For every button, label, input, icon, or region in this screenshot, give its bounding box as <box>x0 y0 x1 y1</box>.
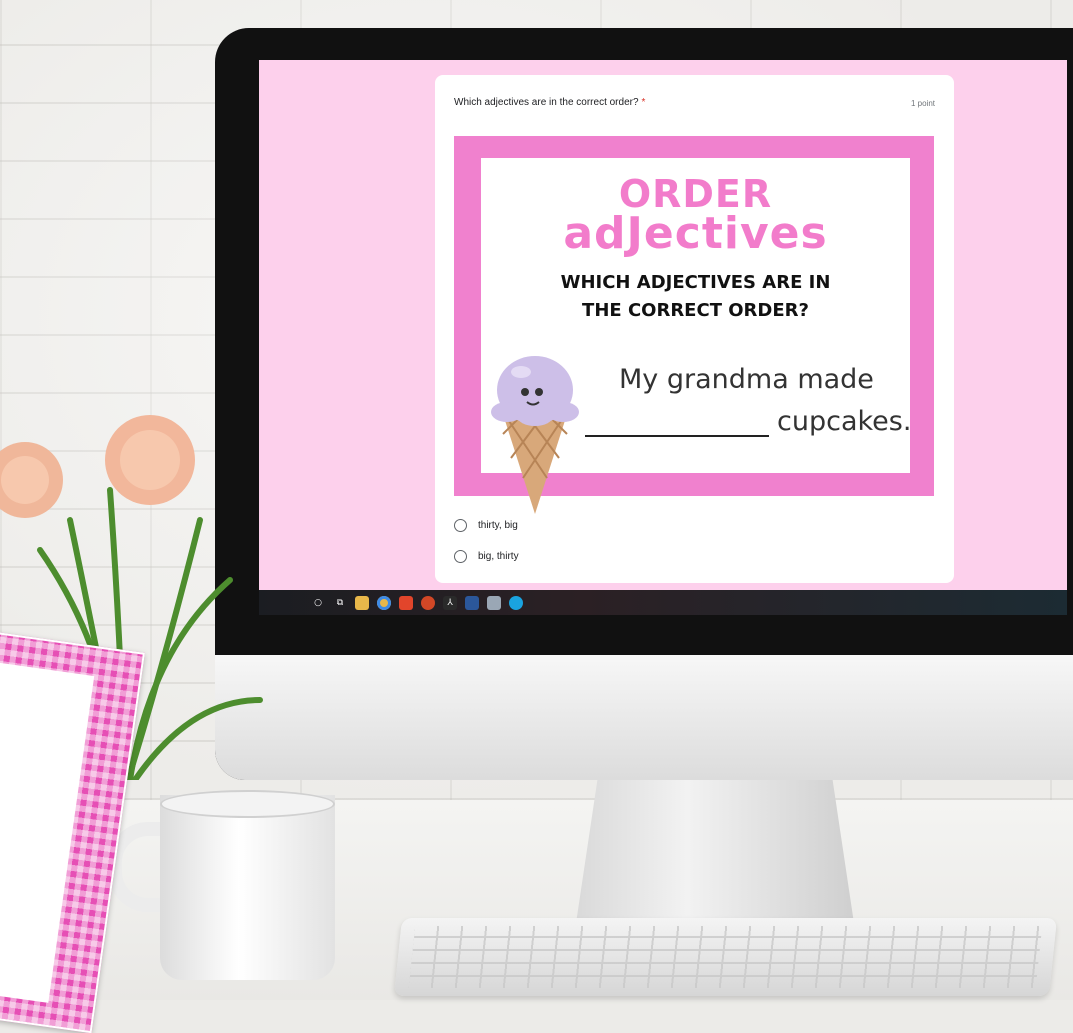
edge-icon[interactable] <box>509 595 523 610</box>
question-title: Which adjectives are in the correct orde… <box>454 97 645 108</box>
option-label: thirty, big <box>478 520 518 531</box>
file-explorer-icon[interactable] <box>355 595 369 610</box>
coffee-mug <box>160 795 335 980</box>
radio-button[interactable] <box>454 550 467 563</box>
image-subtitle-line1: WHICH ADJECTIVES ARE IN <box>560 272 831 293</box>
sentence-blank-line <box>585 435 769 437</box>
option-row[interactable]: thirty, big <box>454 510 519 541</box>
question-text: Which adjectives are in the correct orde… <box>454 97 639 108</box>
image-sentence-line2: cupcakes. <box>777 406 912 437</box>
chrome-icon[interactable] <box>377 595 391 610</box>
ice-cream-icon <box>491 356 579 514</box>
keyboard <box>393 918 1058 996</box>
windows-taskbar: ○ ⧉ ⅄ <box>259 590 1067 615</box>
powerpoint-icon[interactable] <box>421 595 435 610</box>
search-icon[interactable]: ○ <box>311 596 325 610</box>
form-question-card: Which adjectives are in the correct orde… <box>435 75 954 583</box>
question-image-inner: ORDER adJectives WHICH ADJECTIVES ARE IN… <box>481 158 912 514</box>
monitor-screen: Which adjectives are in the correct orde… <box>259 60 1067 615</box>
acrobat-icon[interactable]: ⅄ <box>443 595 457 610</box>
image-subtitle-line2: THE CORRECT ORDER? <box>582 300 809 321</box>
question-image: ORDER adJectives WHICH ADJECTIVES ARE IN… <box>454 136 934 514</box>
card-inner <box>0 662 95 1003</box>
radio-button[interactable] <box>454 519 467 532</box>
option-label: big, thirty <box>478 551 519 562</box>
question-points: 1 point <box>910 99 935 108</box>
monitor-stand <box>575 780 855 930</box>
required-asterisk: * <box>641 97 646 108</box>
answer-options: thirty, big big, thirty <box>454 510 519 572</box>
word-icon[interactable] <box>465 595 479 610</box>
option-row[interactable]: big, thirty <box>454 541 519 572</box>
image-title-line2: adJectives <box>563 208 828 259</box>
app-icon[interactable] <box>487 595 501 610</box>
keyboard-keys <box>408 926 1043 988</box>
task-view-icon[interactable]: ⧉ <box>333 596 347 610</box>
image-sentence-line1: My grandma made <box>619 364 874 395</box>
office-icon[interactable] <box>399 595 413 610</box>
monitor-chin <box>215 655 1073 780</box>
mug-rim <box>160 790 335 818</box>
